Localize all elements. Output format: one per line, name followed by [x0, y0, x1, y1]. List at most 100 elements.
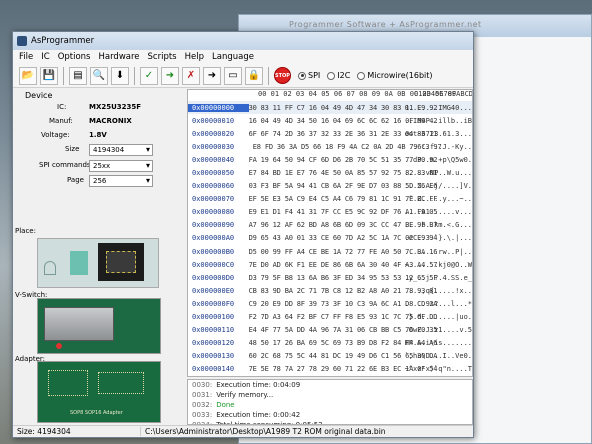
hex-column-header: 00 01 02 03 04 05 06 07 08 09 0A 0B 0C 0… [258, 90, 457, 98]
save-file-icon[interactable]: 💾 [40, 66, 58, 85]
switch-image [37, 298, 161, 354]
manuf-label: Manuf: [49, 117, 73, 125]
hex-bytes: 7E D0 AD 6K F1 EE DE 86 6B 6A 30 40 4F A… [248, 260, 438, 269]
hex-bytes: EF 5E E3 5A C9 E4 C5 A4 C6 79 81 1C 91 7… [248, 195, 438, 204]
hex-bytes: 30 83 11 FF C7 16 04 49 4D 47 34 30 83 1… [248, 103, 438, 112]
erase-icon[interactable]: ✗ [182, 66, 200, 85]
hex-ascii: ~.......kj0@O..W [404, 260, 472, 269]
open-file-icon[interactable]: 📂 [19, 66, 37, 85]
hex-row[interactable]: 0x00000000 30 83 11 FF C7 16 04 49 4D 47 … [188, 101, 472, 115]
hex-row[interactable]: 0x00000030 E8 FD 36 3A D5 66 18 F9 4A C2 … [188, 140, 472, 153]
radio-selected-icon [298, 71, 306, 80]
hex-bytes: D9 65 43 A0 01 33 CE 60 7D A2 5C 1A 7C 0… [248, 234, 438, 243]
hex-bytes: E8 FD 36 3A D5 66 18 F9 4A C2 0A 2D 4B 7… [252, 142, 442, 151]
hex-ascii: .}.d........|uo. [404, 313, 472, 322]
hex-address: 0x00000010 [192, 116, 235, 125]
write-icon[interactable]: ➜ [161, 66, 179, 85]
hex-row[interactable]: 0x00000150AB 1C FE A7 A4 67 C2 E6 1E F1 … [188, 376, 472, 377]
i2c-radio[interactable]: I2C [327, 71, 350, 80]
hex-row[interactable]: 0x00000050 E7 84 BD 1E E7 76 4E 50 0A 85 … [188, 166, 472, 179]
hex-address: 0x000000E0 [192, 286, 235, 295]
hex-row[interactable]: 0x00000060 03 F3 BF 5A 94 41 CB 6A 2F 9E … [188, 180, 472, 193]
hex-ascii: .^.Z.....y...~.. [404, 195, 472, 204]
hex-address: 0x00000040 [192, 155, 235, 164]
verify-icon[interactable]: ✓ [140, 66, 158, 85]
spi-commands-select[interactable]: 25xx [89, 160, 153, 172]
log-line-text: Execution time: 0:04:09 [216, 381, 301, 389]
radio-icon [357, 71, 366, 80]
menu-options[interactable]: Options [58, 52, 91, 62]
hex-ascii: ..6:.f..J.-Ky.. [408, 142, 472, 151]
hex-header: 00 01 02 03 04 05 06 07 08 09 0A 0B 0C 0… [188, 90, 472, 101]
log-line-number: 0031: [192, 391, 213, 399]
menu-scripts[interactable]: Scripts [148, 52, 177, 62]
log-line: 0030: Execution time: 0:04:09 [188, 380, 472, 390]
spi-commands-label: SPI commands [39, 161, 91, 169]
hex-row[interactable]: 0x000000C0 7E D0 AD 6K F1 EE DE 86 6B 6A … [188, 258, 472, 271]
toolbar: 📂 💾 ▤ 🔍 ⬇ ✓ ➜ ✗ ➜ ▭ 🔒 STOP SPI I2C Micro… [13, 64, 473, 88]
device-group-label: Device [25, 91, 53, 100]
hex-row[interactable]: 0x00000140 7E 5E 78 7A 27 78 29 60 71 22 … [188, 363, 472, 376]
hex-address: 0x00000030 [192, 142, 235, 151]
ic-label: IC: [57, 103, 67, 111]
size-label: Size [65, 145, 80, 153]
hex-ascii: ..IM4P..illb..iB [404, 116, 472, 125]
hex-ascii: ~^xz'x)`q"n....T [404, 365, 472, 374]
lock-icon[interactable]: 🔒 [245, 66, 263, 85]
ascii-column-header: 0123456789ABCDEF [414, 90, 473, 98]
hex-bytes: 7E 5E 78 7A 27 78 29 60 71 22 6E B3 EC 1… [248, 365, 438, 374]
stop-button[interactable]: STOP [274, 67, 291, 84]
chip-select-icon[interactable]: ⬇ [111, 66, 129, 85]
blank-check-icon[interactable]: ▭ [224, 66, 242, 85]
window-title: AsProgrammer [31, 36, 95, 46]
hex-editor[interactable]: 00 01 02 03 04 05 06 07 08 09 0A 0B 0C 0… [187, 89, 473, 377]
hex-row[interactable]: 0x000000B0 D5 00 99 FF A4 CE BE 1A 72 77 … [188, 245, 472, 258]
ic-value: MX25U3235F [89, 103, 142, 111]
log-line-text: Execution time: 0:00:42 [216, 411, 301, 419]
log-panel[interactable]: 0030: Execution time: 0:04:09 0031: Verify … [187, 379, 473, 425]
page-select[interactable]: 256 [89, 175, 153, 187]
voltage-value: 1.8V [89, 131, 107, 139]
hex-row[interactable]: 0x00000040 FA 19 64 50 94 CF 6D D6 2B 70 … [188, 153, 472, 166]
hex-address: 0x00000060 [192, 182, 235, 191]
program-icon[interactable]: ➜ [203, 66, 221, 85]
hex-bytes: A7 96 12 AF 62 BD A8 6B 6D 09 3C CC 47 B… [248, 221, 438, 230]
hex-ascii: ....,q{.....!x.. [404, 286, 472, 295]
hex-row[interactable]: 0x00000010 16 04 49 4D 34 50 16 04 69 6C … [188, 114, 472, 127]
hex-row[interactable]: 0x00000020 6F 6F 74 2D 36 37 32 33 2E 36 … [188, 127, 472, 140]
hex-address: 0x00000020 [192, 129, 235, 138]
spi-radio[interactable]: SPI [298, 71, 320, 80]
hex-address: 0x00000000 [188, 103, 249, 112]
menu-bar: File IC Options Hardware Scripts Help La… [13, 50, 473, 64]
hex-row[interactable]: 0x000000A0 D9 65 43 A0 01 33 CE 60 7D A2 … [188, 232, 472, 245]
read-icon[interactable]: ▤ [69, 66, 87, 85]
app-icon [17, 36, 27, 46]
size-select[interactable]: 4194304 [89, 144, 153, 156]
menu-hardware[interactable]: Hardware [98, 52, 139, 62]
hex-address: 0x00000100 [192, 313, 235, 322]
hex-address: 0x00000090 [192, 221, 235, 230]
microwire-radio[interactable]: Microwire(16bit) [357, 71, 433, 80]
hex-bytes: D3 79 5F B8 13 6A B6 3F ED 34 95 53 53 1… [248, 273, 438, 282]
hex-address: 0x000000F0 [192, 299, 235, 308]
hex-row[interactable]: 0x00000130 60 2C 68 75 5C 44 81 DC 19 49 … [188, 350, 472, 363]
hex-row[interactable]: 0x00000110 E4 4F 77 5A DD 4A 96 7A 31 06 … [188, 324, 472, 337]
menu-help[interactable]: Help [185, 52, 204, 62]
hex-row[interactable]: 0x00000070 EF 5E E3 5A C9 E4 C5 A4 C6 79 … [188, 193, 472, 206]
menu-file[interactable]: File [19, 52, 33, 62]
hex-ascii: `,hu\D...I..Ve0. [404, 352, 472, 361]
menu-ic[interactable]: IC [41, 52, 49, 62]
menu-language[interactable]: Language [212, 52, 254, 62]
find-icon[interactable]: 🔍 [90, 66, 108, 85]
adapter-board-text: SOP8 SOP16 Adapter [70, 410, 123, 416]
hex-row[interactable]: 0x000000F0 C9 20 E9 DD 8F 39 73 3F 10 C3 … [188, 297, 472, 310]
hex-row[interactable]: 0x00000120 48 50 17 26 BA 69 5C 69 73 B9 … [188, 337, 472, 350]
hex-ascii: 0.......IMG40... [404, 103, 472, 112]
hex-row[interactable]: 0x000000D0 D3 79 5F B8 13 6A B6 3F ED 34 … [188, 271, 472, 284]
hex-row[interactable]: 0x00000090 A7 96 12 AF 62 BD A8 6B 6D 09 … [188, 219, 472, 232]
log-line-number: 0032: [192, 401, 213, 409]
hex-bytes: 6F 6F 74 2D 36 37 32 33 2E 36 31 2E 33 0… [248, 129, 438, 138]
hex-row[interactable]: 0x000000E0 CB 83 9D BA 2C 71 7B C8 12 B2 … [188, 284, 472, 297]
hex-row[interactable]: 0x00000100 F2 7D A3 64 F2 BF C7 FF F8 E5 … [188, 311, 472, 324]
hex-row[interactable]: 0x00000080 E9 E1 D1 F4 41 31 7F CC E5 9C … [188, 206, 472, 219]
